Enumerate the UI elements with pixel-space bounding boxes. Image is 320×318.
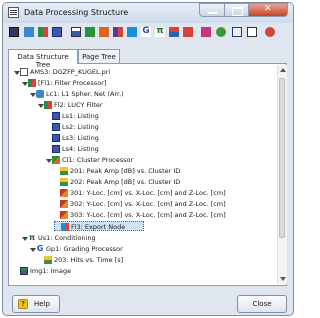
tree-node-label: 301: Y-Loc. [cm] vs. X-Loc. [cm] and Z-L… [70,189,226,197]
arrows-icon[interactable] [201,27,211,37]
stop-icon[interactable] [265,27,275,37]
tree-node[interactable]: 203: Hits vs. Time [s] [38,255,238,265]
tree-node-label: 302: Y-Loc. [cm] vs. X-Loc. [cm] and Z-L… [70,200,226,208]
tree-node-label: Ls3: Listing [62,134,99,142]
tree-node-label: 203: Hits vs. Time [s] [54,256,124,264]
image-icon [20,267,28,275]
minimize-button[interactable] [199,3,225,17]
data-structure-tree[interactable]: AMS3: DGZFP_KUGEL.pri [Fl1: Filter Proce… [10,65,276,284]
toolbar: G π [7,25,289,41]
tree-node-label: Ls4: Listing [62,145,99,153]
diagram-2d-icon [60,167,68,175]
app-icon [8,7,19,18]
grading-icon: G [36,244,44,253]
tree-node-label: Img1: Image [30,267,72,275]
scroll-up-arrow-icon[interactable] [280,68,286,72]
conditioning-icon[interactable]: π [155,27,165,37]
tree-node[interactable]: π Us1: Conditioning [22,233,222,243]
export-icon [61,223,69,231]
tree-node-label: Lc1: L1 Spher. Net (Arr.) [46,90,124,98]
help-button[interactable]: ? Help [12,295,60,313]
export-icon[interactable] [127,27,137,37]
tree-node-label: Gp1: Grading Processor [46,245,123,253]
tree-node[interactable]: G Gp1: Grading Processor [30,244,230,254]
tree-node[interactable]: 301: Y-Loc. [cm] vs. X-Loc. [cm] and Z-L… [54,188,276,198]
tree-node[interactable]: AMS3: DGZFP_KUGEL.pri [14,67,264,77]
help-icon: ? [18,299,28,309]
document-icon [20,68,28,76]
title-bar[interactable]: Data Processing Structure [3,3,293,23]
tree-node-selected[interactable]: Fl3: Export Node [54,221,144,231]
filter-red-icon[interactable] [113,27,123,37]
filter-icon[interactable] [38,27,48,37]
diagram-2d-icon [60,178,68,186]
tree-node[interactable]: Fl2: LUCY Filter [38,100,258,110]
maximize-button[interactable] [224,3,249,17]
tree-node-label: Fl2: LUCY Filter [54,101,103,109]
location-icon[interactable] [24,27,34,37]
listing-icon [52,134,60,142]
conditioning-icon: π [28,233,36,242]
tree-node-label: Cl1: Cluster Processor [62,156,134,164]
tree-node[interactable]: 202: Peak Amp [dB] vs. Cluster ID [54,177,272,187]
tree-node[interactable]: Cl1: Cluster Processor [46,155,256,165]
tree-node[interactable]: 303: Y-Loc. [cm] vs. X-Loc. [cm] and Z-L… [54,210,276,220]
globe-icon[interactable] [216,27,226,37]
window-icon[interactable] [232,27,242,37]
listing-icon [52,123,60,131]
tree-node-label: Ls2: Listing [62,123,99,131]
help-button-label: Help [34,300,50,308]
cluster-icon [52,156,60,164]
tree-node[interactable]: Ls4: Listing [46,144,246,154]
scroll-thumb[interactable] [279,78,285,238]
fire-icon[interactable] [99,27,109,37]
diagram-3d-icon [60,189,68,197]
close-button-label: Close [252,300,272,308]
tree-node[interactable]: Lc1: L1 Spher. Net (Arr.) [30,89,260,99]
chart-icon[interactable] [71,27,81,37]
tree-node[interactable]: Ls2: Listing [46,122,246,132]
diagram-2d-icon [44,256,52,264]
diagram-3d-icon [60,211,68,219]
cluster-icon[interactable] [85,27,95,37]
tree-node-label: Us1: Conditioning [38,234,96,242]
location-icon [36,90,44,98]
tree-panel: AMS3: DGZFP_KUGEL.pri [Fl1: Filter Proce… [8,63,287,286]
tree-node-label: 201: Peak Amp [dB] vs. Cluster ID [70,167,181,175]
tab-page-tree[interactable]: Page Tree [78,49,120,63]
tree-node-label: Ls1: Listing [62,112,99,120]
tree-node[interactable]: Ls3: Listing [46,133,246,143]
listing-icon [52,112,60,120]
table-icon[interactable] [247,27,257,37]
window-title: Data Processing Structure [24,8,129,17]
grading-icon[interactable]: G [141,27,151,37]
filter-icon [28,79,36,87]
tree-node-label: 202: Peak Amp [dB] vs. Cluster ID [70,178,181,186]
grid-icon[interactable] [183,27,193,37]
merge-icon[interactable] [169,27,179,37]
listing-icon [52,145,60,153]
tree-node[interactable]: Ls1: Listing [46,111,246,121]
dialog-window: Data Processing Structure G π Data Struc… [2,2,294,316]
listing-icon[interactable] [52,27,62,37]
tree-node[interactable]: 302: Y-Loc. [cm] vs. X-Loc. [cm] and Z-L… [54,199,276,209]
tree-node[interactable]: 201: Peak Amp [dB] vs. Cluster ID [54,166,272,176]
tree-node-label: [Fl1: Filter Processor] [38,79,107,87]
vertical-scrollbar[interactable] [277,65,287,284]
scroll-down-arrow-icon[interactable] [280,277,286,281]
close-button[interactable]: Close [237,295,287,313]
close-window-button[interactable] [248,3,288,17]
tree-node[interactable]: Img1: Image [14,266,214,276]
tab-data-structure-tree[interactable]: Data Structure Tree [8,49,78,69]
diagram-3d-icon [60,200,68,208]
tree-node-label: Fl3: Export Node [71,223,126,231]
filter-icon [44,101,52,109]
tree-node[interactable]: [Fl1: Filter Processor] [22,78,262,88]
tree-node-label: 303: Y-Loc. [cm] vs. X-Loc. [cm] and Z-L… [70,211,226,219]
save-icon[interactable] [9,27,19,37]
